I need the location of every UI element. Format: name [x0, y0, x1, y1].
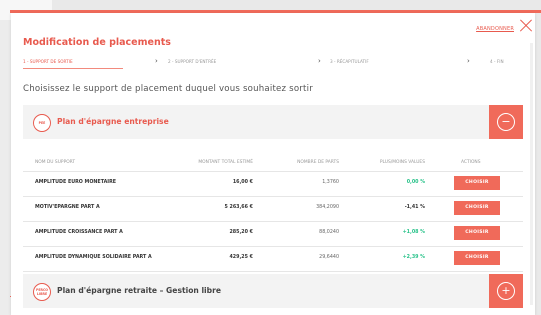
support-pv: +2,39 % [402, 255, 425, 260]
header-parts: NOMBRE DE PARTS [297, 160, 339, 165]
step-4: 4 - FIN [490, 59, 504, 64]
table-row: MOTIV'EPARGNE PART A 5 263,66 € 384,2090… [23, 197, 523, 222]
table-row: AMPLITUDE EURO MONETAIRE 16,00 € 1,3760 … [23, 172, 523, 197]
supports-table: NOM DU SUPPORT MONTANT TOTAL ESTIMÉ NOMB… [23, 155, 523, 272]
choose-button[interactable]: CHOISIR [454, 176, 500, 190]
collapse-button[interactable]: − [489, 105, 523, 139]
support-parts: 1,3760 [322, 180, 339, 185]
table-row: AMPLITUDE DYNAMIQUE SOLIDAIRE PART A 429… [23, 247, 523, 272]
perco-badge-line2: LIBRE [36, 292, 48, 296]
modification-modal: ABANDONNER Modification de placements 1 … [11, 13, 535, 315]
support-pv: 0,00 % [406, 180, 425, 185]
abandon-link[interactable]: ABANDONNER [476, 26, 514, 32]
support-pv: -1,41 % [404, 205, 425, 210]
header-pv: PLUS/MOINS VALUES [379, 160, 425, 165]
active-step-underline [23, 68, 123, 69]
chevron-right-icon: › [318, 57, 321, 65]
chevron-right-icon: › [467, 57, 470, 65]
pee-badge-icon: PEE [33, 114, 51, 132]
header-actions: ACTIONS [461, 160, 481, 165]
support-name: AMPLITUDE EURO MONETAIRE [35, 180, 117, 185]
header-name: NOM DU SUPPORT [35, 160, 76, 165]
step-2: 2 - SUPPORT D'ENTRÉE [168, 59, 217, 64]
support-amount: 429,25 € [229, 255, 253, 260]
close-icon[interactable] [519, 19, 533, 33]
support-pv: +1,08 % [402, 230, 425, 235]
choose-button[interactable]: CHOISIR [454, 251, 500, 265]
section-pee-header[interactable]: PEE Plan d'épargne entreprise − [23, 105, 523, 139]
support-name: AMPLITUDE CROISSANCE PART A [35, 230, 123, 235]
perco-badge-icon: PERCO LIBRE [33, 283, 51, 301]
choose-button[interactable]: CHOISIR [454, 226, 500, 240]
modal-title: Modification de placements [23, 37, 171, 48]
step-1: 1 - SUPPORT DE SORTIE [23, 59, 73, 64]
table-row: AMPLITUDE CROISSANCE PART A 285,20 € 88,… [23, 222, 523, 247]
section-perco-header[interactable]: PERCO LIBRE Plan d'épargne retraite – Ge… [23, 274, 523, 308]
section-pee-title: Plan d'épargne entreprise [57, 117, 169, 126]
chevron-right-icon: › [155, 57, 158, 65]
minus-icon: − [497, 113, 515, 131]
page-subtitle: Choisissez le support de placement duque… [23, 84, 313, 94]
support-amount: 285,20 € [229, 230, 253, 235]
table-header: NOM DU SUPPORT MONTANT TOTAL ESTIMÉ NOMB… [23, 155, 523, 172]
section-perco-title: Plan d'épargne retraite – Gestion libre [57, 286, 221, 295]
support-parts: 384,2090 [316, 205, 339, 210]
support-amount: 16,00 € [232, 180, 253, 185]
stepper: 1 - SUPPORT DE SORTIE › 2 - SUPPORT D'EN… [23, 57, 523, 69]
scrollbar[interactable] [530, 43, 533, 305]
choose-button[interactable]: CHOISIR [454, 201, 500, 215]
support-parts: 88,0240 [319, 230, 339, 235]
support-amount: 5 263,66 € [224, 205, 253, 210]
step-3: 3 - RÉCAPITULATIF [330, 59, 369, 64]
expand-button[interactable]: + [489, 274, 523, 308]
header-amount: MONTANT TOTAL ESTIMÉ [198, 160, 253, 165]
support-name: AMPLITUDE DYNAMIQUE SOLIDAIRE PART A [35, 255, 152, 260]
support-parts: 29,6440 [319, 255, 339, 260]
plus-icon: + [497, 282, 515, 300]
support-name: MOTIV'EPARGNE PART A [35, 205, 100, 210]
